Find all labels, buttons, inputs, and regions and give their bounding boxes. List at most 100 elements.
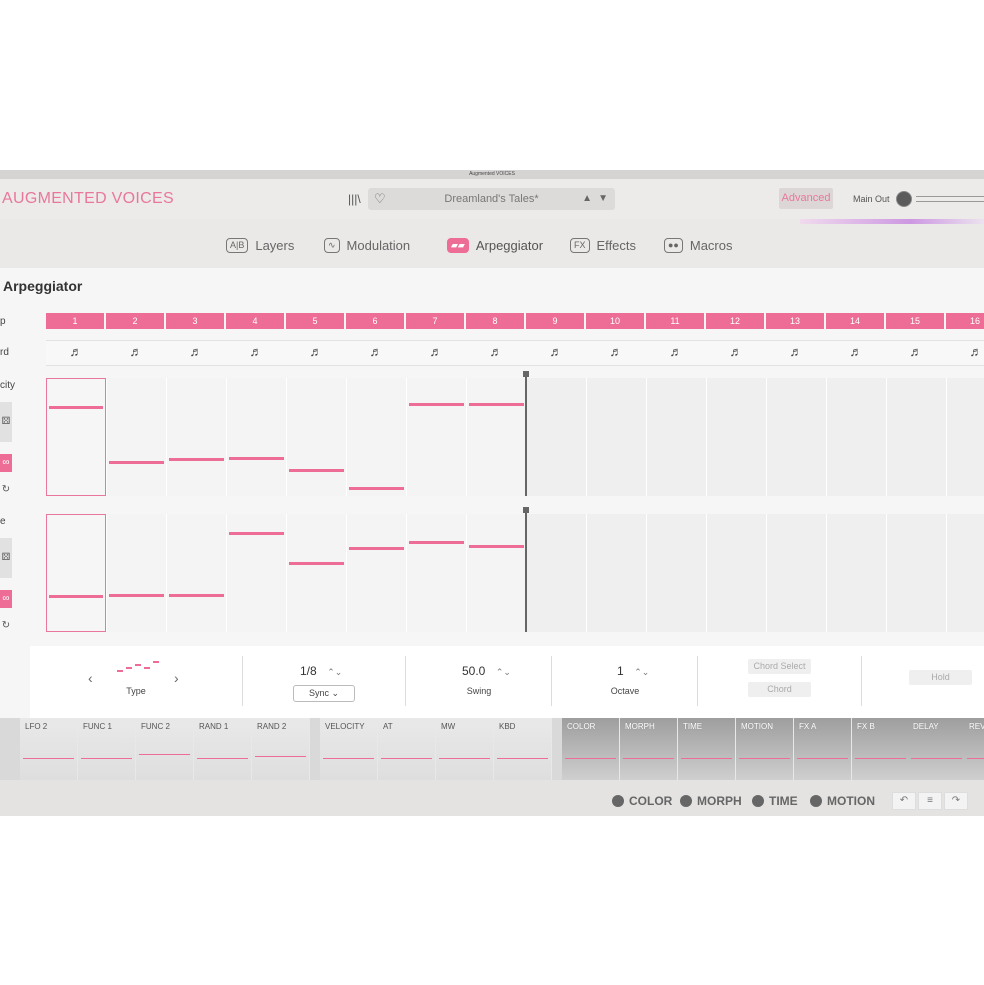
knob-icon[interactable] [752,795,764,807]
velocity-value-bar[interactable] [49,406,103,409]
macro-motion[interactable]: MOTION [810,794,875,808]
rate-control[interactable]: 1/8 ⌃⌄ [300,664,342,678]
step-number[interactable]: 12 [706,313,764,329]
gate-step-cell[interactable] [226,514,286,632]
gate-step-cell[interactable] [406,514,466,632]
next-preset-icon[interactable]: ▼ [598,193,608,204]
tab-macros[interactable]: ●● Macros [664,236,733,254]
step-number[interactable]: 4 [226,313,284,329]
velocity-value-bar[interactable] [229,457,284,460]
mod-source-delay[interactable]: DELAY [908,718,966,780]
velocity-step-cell[interactable] [646,378,706,496]
refresh-icon[interactable]: ↻ [0,620,12,632]
velocity-step-cell[interactable] [226,378,286,496]
main-out-slider[interactable] [916,196,984,202]
mod-source-rev[interactable]: REV [964,718,984,780]
velocity-value-bar[interactable] [349,487,404,490]
mod-source-morph[interactable]: MORPH [620,718,678,780]
gate-value-bar[interactable] [109,594,164,597]
velocity-step-cell[interactable] [586,378,646,496]
note-icon[interactable]: ♬ [107,344,165,359]
gate-step-cell[interactable] [346,514,406,632]
mod-source-func-1[interactable]: FUNC 1 [78,718,136,780]
macro-color[interactable]: COLOR [612,794,672,808]
gate-step-cell[interactable] [286,514,346,632]
step-number[interactable]: 3 [166,313,224,329]
knob-icon[interactable] [680,795,692,807]
sync-dropdown[interactable]: Sync ⌄ [293,685,355,702]
octave-control[interactable]: 1 ⌃⌄ [617,664,649,678]
note-icon[interactable]: ♬ [827,344,885,359]
mod-source-at[interactable]: AT [378,718,436,780]
velocity-value-bar[interactable] [469,403,524,406]
step-number[interactable]: 9 [526,313,584,329]
mod-source-velocity[interactable]: VELOCITY [320,718,378,780]
swing-control[interactable]: 50.0 ⌃⌄ [462,664,511,678]
step-number[interactable]: 11 [646,313,704,329]
gate-step-cell[interactable] [586,514,646,632]
gate-value-bar[interactable] [409,541,464,544]
step-number[interactable]: 7 [406,313,464,329]
preset-name[interactable]: Dreamland's Tales* [368,193,615,205]
gate-value-bar[interactable] [169,594,224,597]
velocity-step-cell[interactable] [106,378,166,496]
gate-step-cell[interactable] [766,514,826,632]
note-icon[interactable]: ♬ [407,344,465,359]
gate-step-cell[interactable] [466,514,526,632]
stepper-icon[interactable]: ⌃⌄ [634,667,649,677]
mod-source-time[interactable]: TIME [678,718,736,780]
link-icon[interactable]: ∞ [0,590,12,608]
note-icon[interactable]: ♬ [347,344,405,359]
note-icon[interactable]: ♬ [527,344,585,359]
gate-step-cell[interactable] [166,514,226,632]
next-type-icon[interactable]: › [174,670,179,686]
step-number[interactable]: 14 [826,313,884,329]
note-icon[interactable]: ♬ [767,344,825,359]
chord-select-button[interactable]: Chord Select [748,659,811,674]
main-out-knob[interactable] [896,191,912,207]
mod-source-lfo-2[interactable]: LFO 2 [20,718,78,780]
knob-icon[interactable] [810,795,822,807]
velocity-step-cell[interactable] [466,378,526,496]
stepper-icon[interactable]: ⌃⌄ [496,667,511,677]
velocity-step-cell[interactable] [826,378,886,496]
note-icon[interactable]: ♬ [707,344,765,359]
gate-step-cell[interactable] [826,514,886,632]
step-number[interactable]: 1 [46,313,104,329]
velocity-lane[interactable] [46,371,984,496]
gate-step-cell[interactable] [886,514,946,632]
preset-browser[interactable]: ♡ Dreamland's Tales* ▲ ▼ [368,188,615,210]
gate-step-cell[interactable] [46,514,106,632]
velocity-step-cell[interactable] [766,378,826,496]
gate-step-cell[interactable] [106,514,166,632]
velocity-value-bar[interactable] [109,461,164,464]
step-number[interactable]: 6 [346,313,404,329]
velocity-value-bar[interactable] [169,458,224,461]
mod-source-fx-b[interactable]: FX B [852,718,910,780]
macro-time[interactable]: TIME [752,794,798,808]
previous-preset-icon[interactable]: ▲ [582,193,592,204]
undo-icon[interactable]: ↶ [892,792,916,810]
tab-layers[interactable]: A|B Layers [226,236,294,254]
velocity-step-cell[interactable] [346,378,406,496]
mod-source-mw[interactable]: MW [436,718,494,780]
step-number[interactable]: 13 [766,313,824,329]
gate-step-cell[interactable] [646,514,706,632]
menu-icon[interactable]: ≡ [918,792,942,810]
note-icon[interactable]: ♬ [647,344,705,359]
previous-type-icon[interactable]: ‹ [88,670,93,686]
velocity-step-cell[interactable] [706,378,766,496]
stepper-icon[interactable]: ⌃⌄ [327,667,342,677]
velocity-step-cell[interactable] [286,378,346,496]
note-icon[interactable]: ♬ [587,344,645,359]
velocity-step-cell[interactable] [46,378,106,496]
velocity-step-cell[interactable] [886,378,946,496]
gate-value-bar[interactable] [349,547,404,550]
tab-arpeggiator[interactable]: ▰▰ Arpeggiator [447,236,543,254]
step-number[interactable]: 2 [106,313,164,329]
mod-source-kbd[interactable]: KBD [494,718,552,780]
tab-modulation[interactable]: ∿ Modulation [324,236,410,254]
mod-source-rand-1[interactable]: RAND 1 [194,718,252,780]
advanced-button[interactable]: Advanced [779,188,833,209]
mod-source-func-2[interactable]: FUNC 2 [136,718,194,780]
